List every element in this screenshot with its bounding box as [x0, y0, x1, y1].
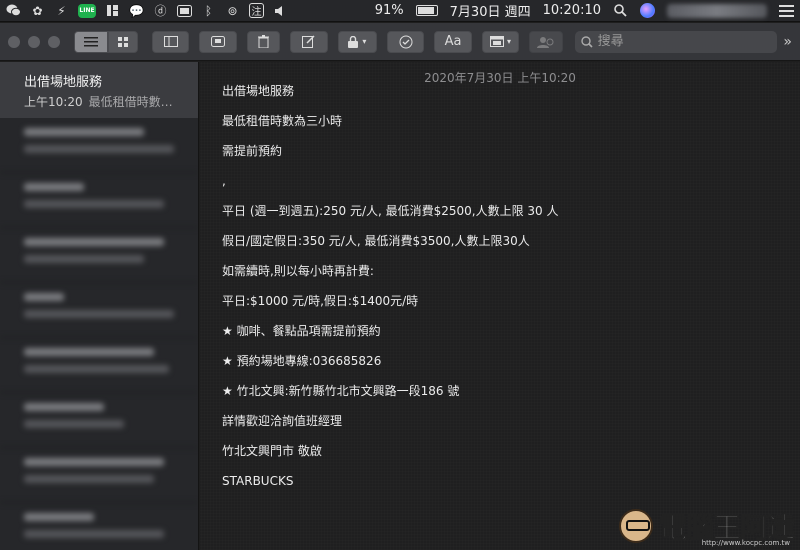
watermark: 電腦王阿達 http://www.kocpc.com.tw	[618, 506, 796, 547]
search-input[interactable]	[597, 34, 758, 49]
battery-fill	[417, 7, 435, 14]
note-item-title: 出借場地服務	[24, 75, 103, 90]
volume-icon[interactable]	[273, 3, 288, 18]
note-line[interactable]: 如需續時,則以每小時再計費:	[222, 264, 800, 294]
flower-app-icon[interactable]: ✿	[30, 3, 45, 18]
line-app-icon[interactable]: LINE	[78, 3, 96, 18]
toggle-folders-button[interactable]	[152, 30, 190, 53]
messages-icon[interactable]: 💬	[129, 3, 144, 18]
lock-icon	[348, 35, 359, 48]
note-line[interactable]: 假日/國定假日:350 元/人, 最低消費$3500,人數上限30人	[222, 234, 800, 264]
note-line[interactable]: ★ 竹北文興:新竹縣竹北市文興路一段186 號	[222, 384, 800, 414]
chevron-down-icon: ▾	[362, 37, 367, 46]
note-list-item-blurred[interactable]	[0, 503, 198, 550]
attachment-icon	[211, 36, 226, 47]
grid-icon	[118, 36, 128, 47]
note-line[interactable]: ★ 咖啡、餐點品項需提前預約	[222, 324, 800, 354]
list-icon	[84, 36, 98, 46]
bluetooth-icon[interactable]: ᛒ	[201, 3, 216, 18]
note-editor[interactable]: 2020年7月30日 上午10:20 出借場地服務 最低租借時數為三小時 需提前預約…	[200, 62, 800, 550]
chevron-down-icon: ▾	[506, 37, 511, 46]
activity-icon[interactable]: ⚡	[54, 3, 69, 18]
notes-toolbar: ▾ Aa ▾ »	[0, 23, 800, 61]
note-item-meta: 上午10:20 最低租借時數…	[24, 93, 198, 110]
trash-icon	[258, 35, 270, 48]
display-icon[interactable]	[177, 3, 192, 18]
note-list-item-blurred[interactable]	[0, 228, 198, 283]
attachments-button[interactable]	[199, 30, 237, 53]
note-line[interactable]: STARBUCKS	[222, 474, 800, 504]
notification-center-icon[interactable]	[779, 4, 794, 17]
user-name-blurred[interactable]	[667, 3, 767, 18]
lock-button[interactable]: ▾	[337, 30, 377, 53]
menu-bar: ✿ ⚡ LINE 💬 ⓓ ᛒ ⊚ 注 91% 7月30日 週四 10:20:10	[0, 0, 800, 22]
magnet-icon[interactable]	[105, 3, 120, 18]
mascot-logo	[618, 509, 653, 543]
note-list-item-selected[interactable]: 出借場地服務 上午10:20 最低租借時數…	[0, 62, 198, 118]
note-list-item-blurred[interactable]	[0, 448, 198, 503]
window-controls	[8, 35, 60, 48]
zoom-window-button[interactable]	[48, 35, 60, 48]
menu-bar-status-icons: ✿ ⚡ LINE 💬 ⓓ ᛒ ⊚ 注	[6, 3, 288, 18]
add-people-icon	[536, 36, 554, 48]
checklist-button[interactable]	[387, 30, 425, 53]
battery-icon[interactable]	[415, 5, 438, 16]
note-line[interactable]: 平日:$1000 元/時,假日:$1400元/時	[222, 294, 800, 324]
wechat-icon[interactable]	[6, 3, 21, 18]
note-list-item-blurred[interactable]	[0, 173, 198, 228]
note-line[interactable]: 出借場地服務	[222, 84, 800, 114]
note-line[interactable]: 平日 (週一到週五):250 元/人, 最低消費$2500,人數上限 30 人	[222, 204, 800, 234]
note-item-preview: 最低租借時數…	[88, 95, 173, 109]
airdrop-icon[interactable]: ⊚	[225, 3, 240, 18]
toolbar-overflow-button[interactable]: »	[783, 34, 792, 50]
search-field[interactable]	[574, 30, 778, 53]
delete-button[interactable]	[246, 30, 281, 53]
note-item-time: 上午10:20	[24, 95, 83, 109]
view-mode-toggle	[74, 30, 138, 53]
minimize-window-button[interactable]	[28, 35, 40, 48]
note-list-item-blurred[interactable]	[0, 118, 198, 173]
notes-list: 出借場地服務 上午10:20 最低租借時數…	[0, 62, 199, 550]
note-line[interactable]: 最低租借時數為三小時	[222, 114, 800, 144]
checkmark-circle-icon	[399, 35, 413, 48]
table-icon	[489, 36, 504, 47]
note-line[interactable]: ★ 預約場地專線:036685826	[222, 354, 800, 384]
note-line[interactable]: 竹北文興門市 敬啟	[222, 444, 800, 474]
list-view-button[interactable]	[74, 30, 108, 53]
close-window-button[interactable]	[8, 35, 20, 48]
note-list-item-blurred[interactable]	[0, 283, 198, 338]
note-line[interactable]: 需提前預約	[222, 144, 800, 174]
note-line[interactable]: 詳情歡迎洽詢值班經理	[222, 414, 800, 444]
menu-date[interactable]: 7月30日 週四	[450, 1, 531, 20]
watermark-url: http://www.kocpc.com.tw	[701, 539, 790, 547]
dictionary-icon[interactable]: ⓓ	[153, 3, 168, 18]
note-list-item-blurred[interactable]	[0, 393, 198, 448]
note-date-header: 2020年7月30日 上午10:20	[424, 71, 576, 85]
gallery-view-button[interactable]	[108, 30, 138, 53]
note-body[interactable]: 出借場地服務 最低租借時數為三小時 需提前預約, 平日 (週一到週五):250 元/人…	[200, 84, 800, 504]
siri-icon[interactable]	[640, 3, 655, 18]
sidebar-icon	[163, 36, 178, 47]
format-button[interactable]: Aa	[434, 30, 472, 53]
compose-icon	[302, 35, 315, 48]
spotlight-icon[interactable]	[613, 3, 628, 18]
battery-percent[interactable]: 91%	[375, 3, 404, 18]
share-people-button[interactable]	[529, 30, 563, 53]
note-list-item-blurred[interactable]	[0, 338, 198, 393]
menu-bar-right: 91% 7月30日 週四 10:20:10	[375, 1, 794, 20]
search-icon	[580, 35, 593, 48]
new-note-button[interactable]	[290, 30, 328, 53]
menu-clock[interactable]: 10:20:10	[543, 3, 601, 18]
table-button[interactable]: ▾	[481, 30, 520, 53]
input-method-icon[interactable]: 注	[249, 3, 264, 18]
note-line[interactable]: ,	[222, 174, 800, 204]
